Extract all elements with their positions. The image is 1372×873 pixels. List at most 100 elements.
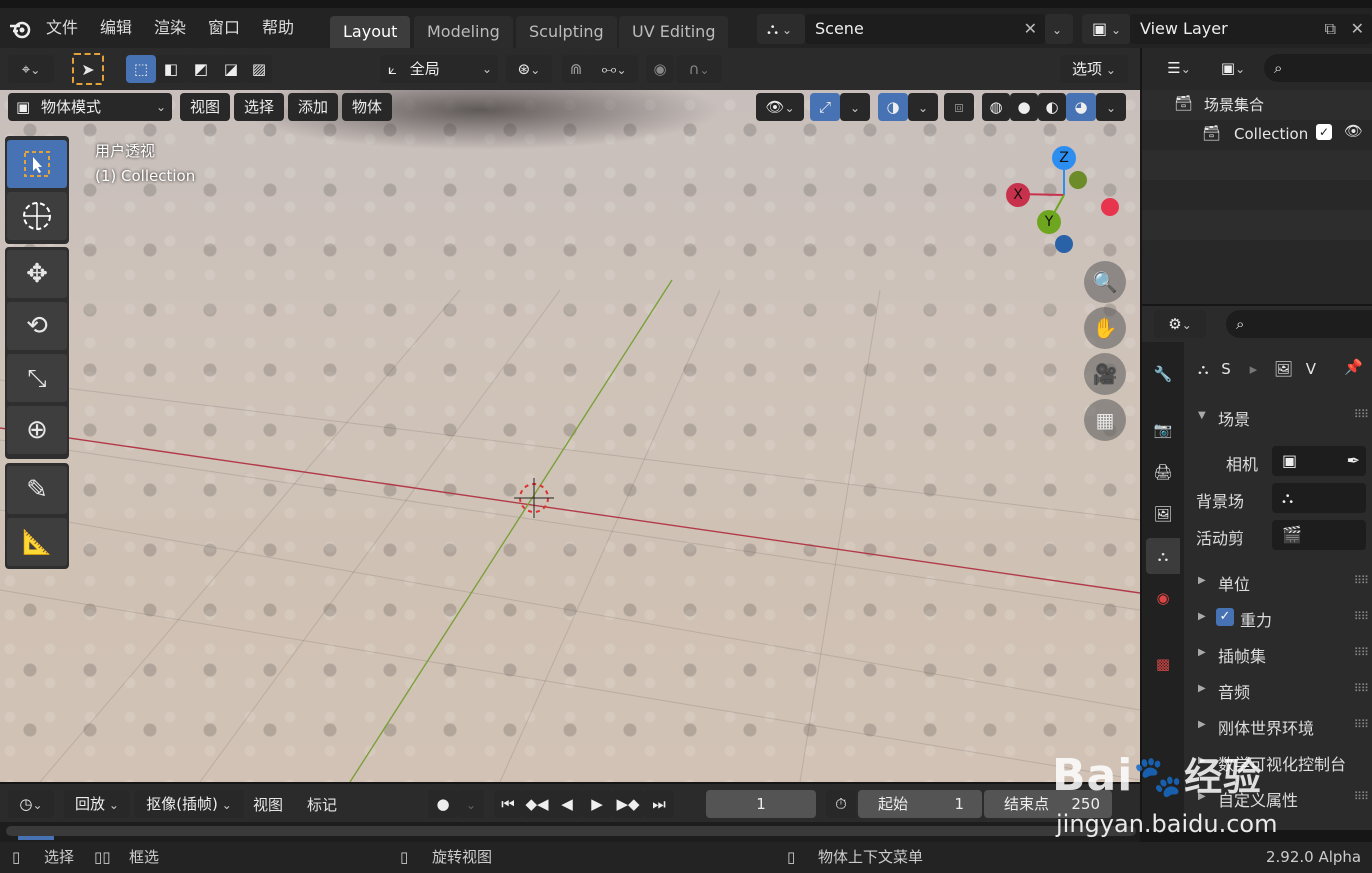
select-mode-subtract-button[interactable]: ◩ xyxy=(186,55,216,83)
play-button[interactable]: ▶ xyxy=(582,790,612,818)
tab-world[interactable]: ◉ xyxy=(1146,580,1180,616)
rotate-tool[interactable]: ⟲ xyxy=(7,302,67,350)
properties-editor-type-button[interactable]: ⚙⌄ xyxy=(1154,310,1206,338)
gravity-checkbox[interactable]: ✓ xyxy=(1216,608,1234,626)
scene-options-button[interactable]: ⌄ xyxy=(1045,14,1073,44)
zoom-button[interactable]: 🔍 xyxy=(1084,261,1126,303)
scene-name-field[interactable]: Scene ✕ xyxy=(805,14,1045,44)
gizmo-x-axis[interactable]: X xyxy=(1006,183,1030,207)
overlays-dropdown[interactable]: ⌄ xyxy=(908,93,938,121)
scene-browse-button[interactable]: ⛬ ⌄ xyxy=(757,14,805,44)
object-mode-dropdown[interactable]: ▣ 物体模式 ⌄ xyxy=(8,93,172,121)
select-mode-extend-button[interactable]: ◧ xyxy=(156,55,186,83)
eyedropper-icon[interactable]: ✒ xyxy=(1347,446,1360,476)
timeline-view-menu[interactable]: 视图 xyxy=(253,794,283,815)
panel-rigid-body-world[interactable]: ▶ 刚体世界环境 ⠿⠿ xyxy=(1186,710,1372,740)
jump-end-button[interactable]: ⏭ xyxy=(644,790,674,818)
close-icon[interactable]: ✕ xyxy=(1351,14,1364,44)
cursor-tool[interactable] xyxy=(7,192,67,240)
current-frame-field[interactable]: 1 xyxy=(706,790,816,818)
playback-dropdown[interactable]: 回放 ⌄ xyxy=(64,790,130,818)
move-tool[interactable]: ✥ xyxy=(7,250,67,298)
gizmo-neg-z[interactable] xyxy=(1055,235,1073,253)
select-mode-invert-button[interactable]: ◪ xyxy=(216,55,246,83)
outliner-search-input[interactable]: ⌕ xyxy=(1264,54,1372,82)
menu-edit[interactable]: 编辑 xyxy=(100,8,132,48)
timeline-marker-menu[interactable]: 标记 xyxy=(307,794,337,815)
shading-solid-button[interactable]: ● xyxy=(1010,93,1038,121)
panel-units[interactable]: ▶ 单位 ⠿⠿ xyxy=(1186,566,1372,596)
view-layer-browse-button[interactable]: ▣ ⌄ xyxy=(1082,14,1130,44)
section-scene-header[interactable]: ▼ 场景 ⠿⠿ xyxy=(1186,400,1372,432)
gizmo-z-axis[interactable]: Z xyxy=(1052,146,1076,170)
preview-range-button[interactable]: ⏱ xyxy=(826,790,856,818)
pin-icon[interactable]: 📌 xyxy=(1344,358,1363,376)
timeline-scrollbar[interactable] xyxy=(6,826,1136,836)
prev-keyframe-button[interactable]: ◆◀ xyxy=(522,790,552,818)
outliner-row[interactable]: 🗃 场景集合 xyxy=(1142,90,1372,120)
transform-orientation-dropdown[interactable]: ⟀ 全局 ⌄ xyxy=(380,55,498,83)
checkbox-checked-icon[interactable]: ✓ xyxy=(1316,124,1332,140)
timeline-editor-type-button[interactable]: ◷⌄ xyxy=(8,790,54,818)
jump-start-button[interactable]: ⏮ xyxy=(494,790,522,818)
measure-tool[interactable]: 📐 xyxy=(7,518,67,566)
tab-sculpting[interactable]: Sculpting xyxy=(516,16,617,48)
select-mode-new-button[interactable]: ⬚ xyxy=(126,55,156,83)
timeline-scrubber[interactable] xyxy=(0,822,1140,842)
shading-wireframe-button[interactable]: ◍ xyxy=(982,93,1010,121)
shading-rendered-button[interactable]: ◕ xyxy=(1066,93,1096,121)
scale-tool[interactable]: ⤡ xyxy=(7,354,67,402)
falloff-dropdown[interactable]: ∩⌄ xyxy=(676,55,722,83)
snap-toggle[interactable]: ⋒ xyxy=(562,55,590,83)
tab-uv-editing[interactable]: UV Editing xyxy=(619,16,729,48)
tab-texture[interactable]: ▩ xyxy=(1146,646,1180,682)
menu-add[interactable]: 添加 xyxy=(288,93,338,121)
next-keyframe-button[interactable]: ▶◆ xyxy=(612,790,644,818)
gizmo-toggle[interactable]: ⤢ xyxy=(810,93,840,121)
menu-view[interactable]: 视图 xyxy=(180,93,230,121)
blender-logo-icon[interactable] xyxy=(8,17,32,41)
pan-button[interactable]: ✋ xyxy=(1084,307,1126,349)
menu-render[interactable]: 渲染 xyxy=(154,8,186,48)
gizmo-neg-y[interactable] xyxy=(1069,171,1087,189)
annotate-tool[interactable]: ✎ xyxy=(7,466,67,514)
outliner-editor-type-button[interactable]: ☰⌄ xyxy=(1154,54,1204,82)
properties-search-input[interactable]: ⌕ xyxy=(1226,310,1372,338)
outliner-row[interactable]: 🗃 Collection ✓ 👁 xyxy=(1142,120,1372,150)
view-layer-field[interactable]: View Layer ⧉ ✕ xyxy=(1130,14,1372,44)
snap-target-dropdown[interactable]: ⧟⌄ xyxy=(590,55,638,83)
record-button[interactable]: ● xyxy=(428,790,458,818)
options-dropdown[interactable]: 选项 ⌄ xyxy=(1060,55,1128,83)
xray-toggle[interactable]: ⧈ xyxy=(944,93,974,121)
proportional-edit-toggle[interactable]: ◉ xyxy=(646,55,674,83)
panel-audio[interactable]: ▶ 音频 ⠿⠿ xyxy=(1186,674,1372,704)
editor-type-button[interactable]: ⌖⌄ xyxy=(8,55,54,83)
gizmo-dropdown[interactable]: ⌄ xyxy=(840,93,870,121)
tab-view-layer[interactable]: 🖼 xyxy=(1146,496,1180,532)
panel-keying-sets[interactable]: ▶ 插帧集 ⠿⠿ xyxy=(1186,638,1372,668)
tab-scene[interactable]: ⛬ xyxy=(1146,538,1180,574)
display-mode-button[interactable]: ▣⌄ xyxy=(1210,54,1256,82)
select-box-tool[interactable] xyxy=(7,140,67,188)
panel-gravity[interactable]: ▶ ✓ 重力 ⠿⠿ xyxy=(1186,602,1372,632)
overlays-toggle[interactable]: ◑ xyxy=(878,93,908,121)
transform-tool[interactable]: ⊕ xyxy=(7,406,67,454)
gizmo-neg-x[interactable] xyxy=(1101,198,1119,216)
close-icon[interactable]: ✕ xyxy=(1024,14,1037,44)
start-frame-field[interactable]: 起始 1 xyxy=(858,790,982,818)
copy-icon[interactable]: ⧉ xyxy=(1325,14,1336,44)
menu-file[interactable]: 文件 xyxy=(46,8,78,48)
pivot-point-dropdown[interactable]: ⊛⌄ xyxy=(506,55,552,83)
tab-render[interactable]: 📷 xyxy=(1146,412,1180,448)
menu-select[interactable]: 选择 xyxy=(234,93,284,121)
gizmo-y-axis[interactable]: Y xyxy=(1037,210,1061,234)
camera-field[interactable]: ▣ ✒ xyxy=(1272,446,1366,476)
menu-object[interactable]: 物体 xyxy=(342,93,392,121)
perspective-toggle-button[interactable]: ▦ xyxy=(1084,399,1126,441)
eye-icon[interactable]: 👁 xyxy=(1344,122,1363,140)
record-options-button[interactable]: ⌄ xyxy=(458,790,484,818)
tab-modeling[interactable]: Modeling xyxy=(414,16,513,48)
background-scene-field[interactable]: ⛬ xyxy=(1272,483,1366,513)
tweak-tool-button[interactable]: ➤ xyxy=(72,53,104,85)
active-clip-field[interactable]: 🎬 xyxy=(1272,520,1366,550)
